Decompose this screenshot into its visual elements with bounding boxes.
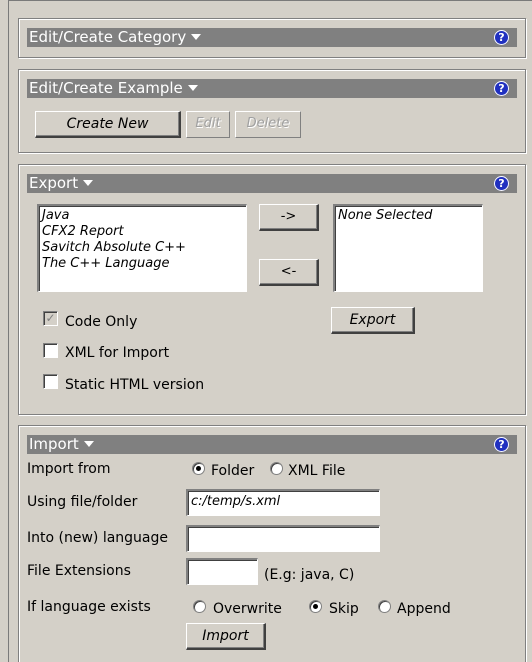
xml-file-radio[interactable] <box>270 462 283 475</box>
category-panel: Edit/Create Category ? <box>18 18 526 58</box>
static-html-label: Static HTML version <box>65 377 205 393</box>
file-folder-label: Using file/folder <box>27 494 138 510</box>
create-new-button[interactable]: Create New <box>35 111 181 138</box>
overwrite-radio[interactable] <box>193 600 206 613</box>
import-panel-title: Import <box>29 435 79 453</box>
skip-radio-label: Skip <box>329 601 359 617</box>
help-icon[interactable]: ? <box>494 437 509 452</box>
example-panel: Edit/Create Example ? Create New Edit De… <box>18 69 526 153</box>
code-only-label: Code Only <box>65 314 138 330</box>
file-extensions-hint: (E.g: java, C) <box>264 567 355 583</box>
overwrite-radio-label: Overwrite <box>213 601 282 617</box>
export-panel-header[interactable]: Export ? <box>27 174 517 193</box>
list-item[interactable]: Java <box>42 208 243 224</box>
example-panel-title: Edit/Create Example <box>29 79 183 97</box>
dropdown-arrow-icon[interactable] <box>83 179 94 186</box>
file-extensions-input[interactable] <box>186 558 258 585</box>
append-radio-label: Append <box>397 601 451 617</box>
append-radio[interactable] <box>378 600 391 613</box>
if-exists-label: If language exists <box>27 599 151 615</box>
code-only-checkbox: ✓ <box>43 311 58 326</box>
import-panel-header[interactable]: Import ? <box>27 435 517 454</box>
dropdown-arrow-icon[interactable] <box>187 84 198 91</box>
move-right-button[interactable]: -> <box>259 204 319 231</box>
import-from-label: Import from <box>27 461 111 477</box>
language-input[interactable] <box>186 525 380 552</box>
category-panel-header[interactable]: Edit/Create Category ? <box>27 28 517 47</box>
help-icon[interactable]: ? <box>494 176 509 191</box>
help-icon[interactable]: ? <box>494 30 509 45</box>
list-item[interactable]: CFX2 Report <box>42 224 243 240</box>
list-item[interactable]: None Selected <box>338 208 479 224</box>
edit-button[interactable]: Edit <box>186 111 230 138</box>
import-panel: Import ? Import from Folder XML File Usi… <box>18 425 526 662</box>
xml-for-import-checkbox[interactable] <box>43 343 58 358</box>
category-panel-title: Edit/Create Category <box>29 28 187 46</box>
export-panel-title: Export <box>29 174 79 192</box>
static-html-checkbox[interactable] <box>43 374 58 389</box>
delete-button[interactable]: Delete <box>235 111 301 138</box>
export-button[interactable]: Export <box>331 307 415 334</box>
available-examples-list[interactable]: Java CFX2 Report Savitch Absolute C++ Th… <box>37 204 247 292</box>
skip-radio[interactable] <box>309 600 322 613</box>
folder-radio[interactable] <box>192 462 205 475</box>
import-button[interactable]: Import <box>186 623 266 650</box>
list-item[interactable]: Savitch Absolute C++ <box>42 240 243 256</box>
language-label: Into (new) language <box>27 530 168 546</box>
example-panel-header[interactable]: Edit/Create Example ? <box>27 79 517 98</box>
xml-for-import-label: XML for Import <box>65 345 170 361</box>
selected-examples-list[interactable]: None Selected <box>333 204 483 292</box>
file-folder-input[interactable]: c:/temp/s.xml <box>186 489 380 516</box>
list-item[interactable]: The C++ Language <box>42 256 243 272</box>
help-icon[interactable]: ? <box>494 81 509 96</box>
xml-file-radio-label: XML File <box>288 463 346 479</box>
file-extensions-label: File Extensions <box>27 563 131 579</box>
dropdown-arrow-icon[interactable] <box>83 440 94 447</box>
export-panel: Export ? Java CFX2 Report Savitch Absolu… <box>18 164 526 415</box>
folder-radio-label: Folder <box>211 463 255 479</box>
move-left-button[interactable]: <- <box>259 259 319 286</box>
dropdown-arrow-icon[interactable] <box>191 33 202 40</box>
